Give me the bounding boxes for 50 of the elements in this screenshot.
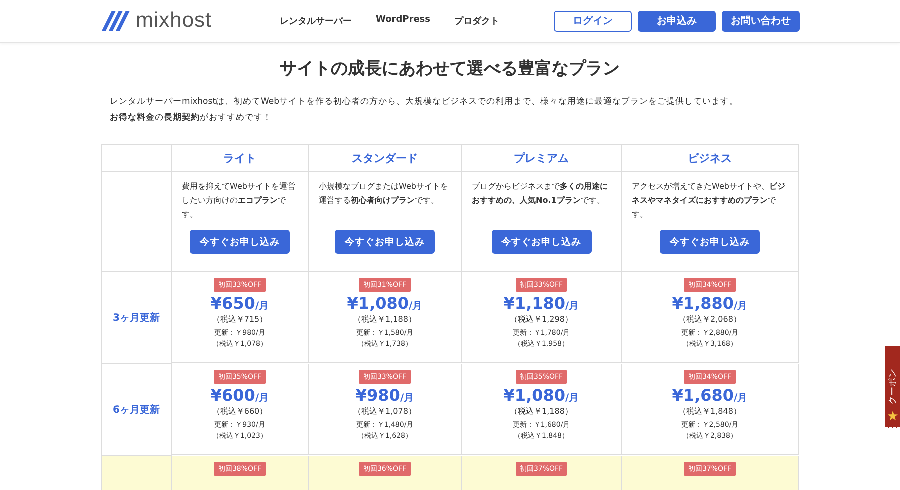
plan-name-cell: プレミアム (462, 145, 622, 172)
price-amount: ¥650 (210, 294, 256, 313)
price-unit: /月 (734, 392, 748, 405)
price-unit: /月 (566, 300, 580, 313)
logo-text: mixhost (136, 9, 212, 33)
price-amount: ¥600 (210, 386, 256, 405)
intro-text: レンタルサーバーmixhostは、初めてWebサイトを作る初心者の方から、大規模なビジネスでの利用まで、様々な用途に最適なプランをご提供しています。 (110, 96, 740, 109)
price-amount: ¥980 (356, 386, 400, 405)
price-amount: ¥1,880 (672, 294, 734, 313)
nav-link[interactable]: レンタルサーバー (280, 14, 352, 28)
tax-price: （税込￥660） (212, 406, 268, 417)
apply-button[interactable]: 今すぐお申し込み (190, 230, 290, 254)
nav-link[interactable]: プロダクト (454, 14, 500, 28)
star-icon (888, 411, 898, 421)
price-unit: /月 (400, 392, 414, 405)
apply-button[interactable]: 今すぐお申し込み (335, 230, 435, 254)
price-amount: ¥1,080 (504, 386, 566, 405)
price-amount: ¥1,080 (347, 294, 410, 313)
plan-description: 費用を抑えてWebサイトを運営したい方向けのエコプランです。 (182, 181, 296, 221)
plan-description: アクセスが増えてきたWebサイトや、ビジネスやマネタイズにおすすめのプランです。 (632, 181, 786, 221)
tax-price: （税込￥715） (212, 314, 268, 325)
tax-price: （税込￥1,298） (510, 314, 573, 325)
nav-link[interactable]: WordPress (376, 14, 431, 28)
price-unit: /月 (566, 392, 580, 405)
price-unit: /月 (734, 300, 748, 313)
plan-description: ブログからビジネスまで多くの用途におすすめの、人気No.1プランです。 (472, 181, 609, 207)
coupon-tab[interactable]: クーポン (885, 346, 900, 428)
apply-button[interactable]: 今すぐお申し込み (660, 230, 760, 254)
logo-stripes-icon (100, 9, 132, 33)
tax-price: （税込￥1,078） (354, 406, 416, 417)
price-amount: ¥1,180 (504, 294, 566, 313)
plan-description: 小規模なブログまたはWebサイトを運営する初心者向けプランです。 (319, 181, 450, 207)
plan-name-cell: ライト (172, 145, 309, 172)
price-unit: /月 (255, 392, 270, 405)
tax-price: （税込￥1,188） (354, 314, 416, 325)
tax-price: （税込￥2,068） (678, 314, 742, 325)
price-unit: /月 (255, 300, 270, 313)
price-amount: ¥1,680 (672, 386, 734, 405)
plan-name-cell: ビジネス (622, 145, 799, 172)
apply-button[interactable]: 今すぐお申し込み (492, 230, 592, 254)
period-label-cell: 3ヶ月更新 (102, 272, 172, 364)
plan-name-cell: スタンダード (309, 145, 462, 172)
tax-price: （税込￥1,188） (510, 406, 573, 417)
login-button[interactable]: ログイン (554, 10, 632, 32)
header-button[interactable]: お申込み (638, 10, 716, 32)
section-title: サイトの成長にあわせて選べる豊富なプラン (279, 58, 621, 80)
price-unit: /月 (409, 300, 423, 313)
intro-text: お得な料金の長期契約がおすすめです！ (110, 112, 273, 125)
header-button[interactable]: お問い合わせ (722, 10, 800, 32)
tax-price: （税込￥1,848） (678, 406, 742, 417)
